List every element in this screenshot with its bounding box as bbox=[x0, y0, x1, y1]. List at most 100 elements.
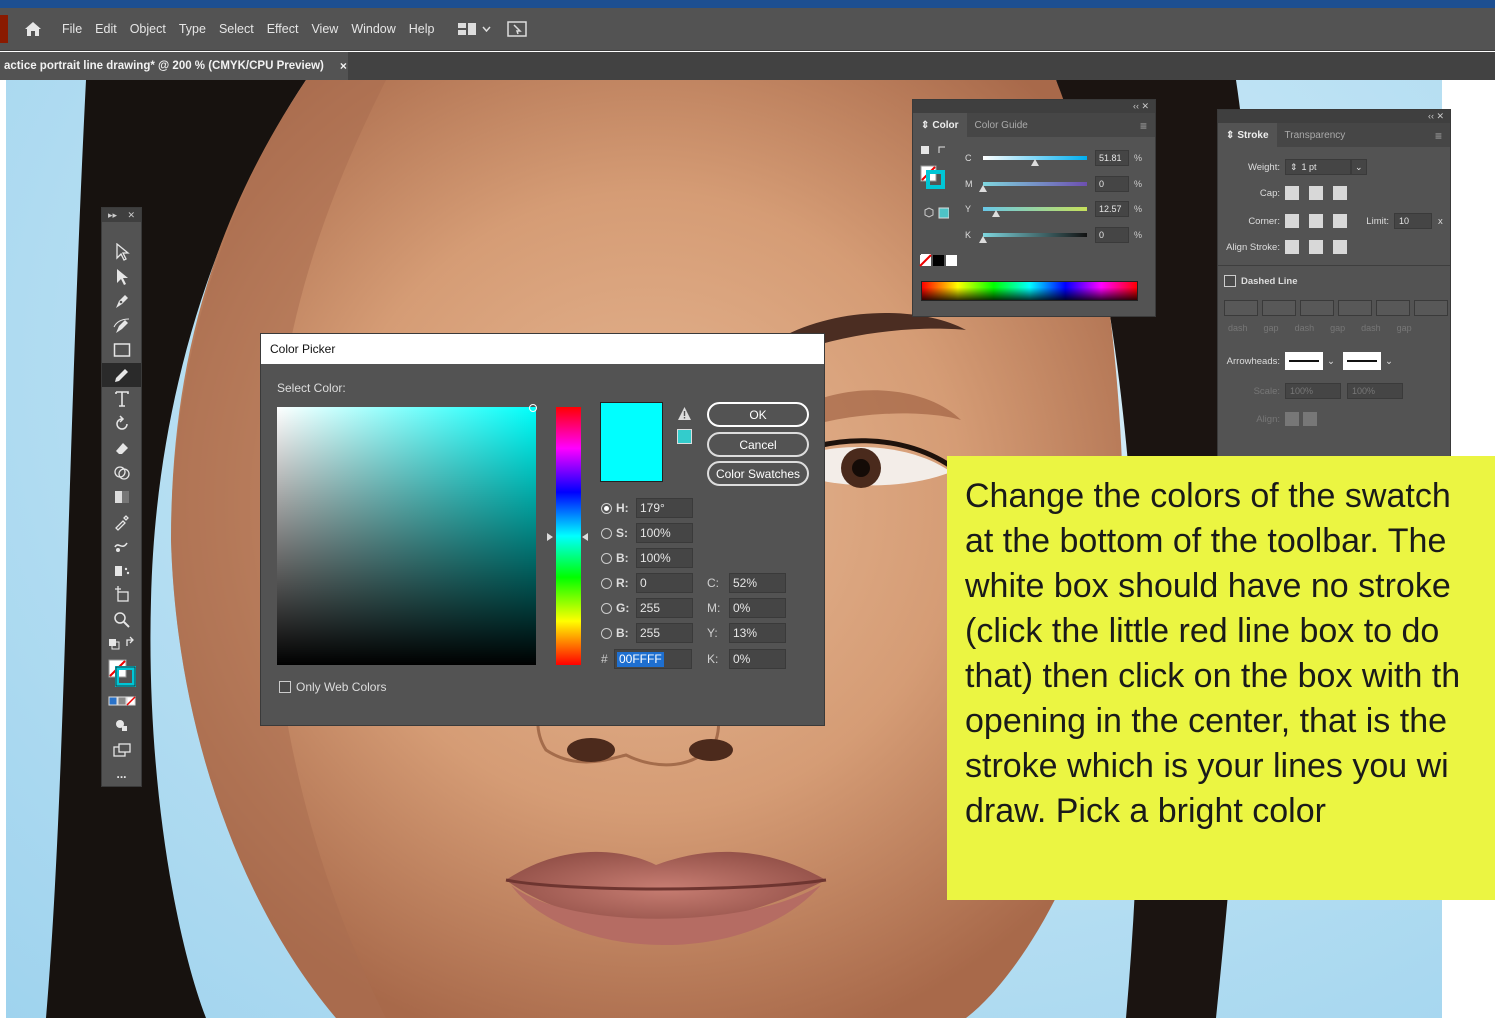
menu-select[interactable]: Select bbox=[219, 22, 254, 36]
fill-stroke-swap-row[interactable] bbox=[102, 632, 141, 657]
tab-stroke[interactable]: ⇕ Stroke bbox=[1218, 123, 1277, 147]
close-icon[interactable]: × bbox=[340, 59, 347, 73]
yellow-slider[interactable] bbox=[983, 207, 1087, 217]
red-input[interactable]: 0 bbox=[636, 573, 693, 593]
dashed-line-checkbox[interactable] bbox=[1224, 275, 1236, 287]
edit-toolbar-button[interactable]: ... bbox=[102, 762, 141, 787]
menu-view[interactable]: View bbox=[311, 22, 338, 36]
hex-input[interactable]: 00FFFF bbox=[614, 649, 692, 669]
rectangle-tool[interactable] bbox=[102, 338, 141, 363]
color-gradient-none-row[interactable] bbox=[102, 689, 141, 714]
black-input[interactable]: 0% bbox=[729, 649, 786, 669]
blend-tool[interactable] bbox=[102, 534, 141, 559]
stroke-panel-topbar[interactable]: ‹‹ ✕ bbox=[1218, 110, 1450, 123]
black-value[interactable]: 0 bbox=[1095, 227, 1129, 243]
type-tool[interactable] bbox=[102, 387, 141, 412]
menu-file[interactable]: File bbox=[62, 22, 82, 36]
black-slider[interactable] bbox=[979, 233, 1087, 243]
red-radio[interactable] bbox=[601, 577, 612, 589]
tab-color-guide[interactable]: Color Guide bbox=[967, 113, 1036, 137]
menu-effect[interactable]: Effect bbox=[267, 22, 299, 36]
brightness-radio[interactable] bbox=[601, 552, 612, 564]
bevel-join-icon[interactable] bbox=[1333, 214, 1347, 228]
black-slider-knob[interactable] bbox=[979, 236, 987, 243]
menu-edit[interactable]: Edit bbox=[95, 22, 117, 36]
hue-slider[interactable] bbox=[556, 407, 581, 665]
green-input[interactable]: 255 bbox=[636, 598, 693, 618]
chevron-down-icon[interactable]: ⌄ bbox=[1327, 356, 1335, 367]
magenta-slider[interactable] bbox=[979, 182, 1087, 192]
limit-input[interactable]: 10 bbox=[1394, 213, 1432, 229]
tab-color[interactable]: ⇕ Color bbox=[913, 113, 967, 137]
align-inside-icon[interactable] bbox=[1309, 240, 1323, 254]
cancel-button[interactable]: Cancel bbox=[707, 432, 809, 457]
menu-type[interactable]: Type bbox=[179, 22, 206, 36]
miter-join-icon[interactable] bbox=[1285, 214, 1299, 228]
color-spectrum-bar[interactable] bbox=[921, 281, 1138, 301]
eyedropper-tool[interactable] bbox=[102, 510, 141, 535]
curvature-tool[interactable] bbox=[102, 314, 141, 339]
drawing-mode[interactable] bbox=[102, 713, 141, 738]
shape-builder-tool[interactable] bbox=[102, 461, 141, 486]
tools-panel-header[interactable]: ▸▸ ✕ bbox=[102, 208, 141, 222]
yellow-input[interactable]: 13% bbox=[729, 623, 786, 643]
hue-slider-handle-left[interactable] bbox=[547, 533, 553, 541]
panel-menu-icon[interactable]: ≡ bbox=[1140, 119, 1147, 133]
round-cap-icon[interactable] bbox=[1309, 186, 1323, 200]
color-field-marker[interactable] bbox=[529, 404, 537, 412]
cyan-value[interactable]: 51.81 bbox=[1095, 150, 1129, 166]
chevron-down-icon[interactable] bbox=[481, 26, 491, 32]
blue-input[interactable]: 255 bbox=[636, 623, 693, 643]
cyan-slider[interactable] bbox=[983, 156, 1087, 166]
screen-mode[interactable] bbox=[102, 738, 141, 763]
color-swatches-button[interactable]: Color Swatches bbox=[707, 461, 809, 486]
pencil-tool[interactable] bbox=[102, 362, 141, 387]
saturation-radio[interactable] bbox=[601, 527, 612, 539]
blue-radio[interactable] bbox=[601, 627, 612, 639]
ok-button[interactable]: OK bbox=[707, 402, 809, 427]
cyan-slider-knob[interactable] bbox=[1031, 159, 1039, 166]
arrow-tip-at-end-icon[interactable] bbox=[1303, 412, 1317, 426]
workspace-switcher[interactable] bbox=[457, 21, 527, 37]
yellow-slider-knob[interactable] bbox=[992, 210, 1000, 217]
align-outside-icon[interactable] bbox=[1333, 240, 1347, 254]
align-center-icon[interactable] bbox=[1285, 240, 1299, 254]
chevron-down-icon[interactable]: ⌄ bbox=[1351, 159, 1367, 175]
projecting-cap-icon[interactable] bbox=[1333, 186, 1347, 200]
green-radio[interactable] bbox=[601, 602, 612, 614]
saturation-brightness-field[interactable] bbox=[277, 407, 536, 665]
rotate-tool[interactable] bbox=[102, 412, 141, 437]
direct-selection-tool[interactable] bbox=[102, 265, 141, 290]
gap-1-input[interactable] bbox=[1262, 300, 1296, 316]
eraser-tool[interactable] bbox=[102, 436, 141, 461]
fill-stroke-swatches[interactable] bbox=[102, 657, 141, 689]
arrange-documents-icon[interactable] bbox=[457, 23, 476, 35]
cyan-input[interactable]: 52% bbox=[729, 573, 786, 593]
gamut-correction-swatch[interactable] bbox=[677, 429, 692, 444]
dash-1-input[interactable] bbox=[1224, 300, 1258, 316]
hue-slider-handle-right[interactable] bbox=[582, 533, 588, 541]
start-scale-input[interactable]: 100% bbox=[1285, 383, 1341, 399]
hue-radio[interactable] bbox=[601, 502, 612, 514]
hue-input[interactable]: 179° bbox=[636, 498, 693, 518]
only-web-colors-checkbox[interactable] bbox=[279, 681, 291, 693]
magenta-slider-knob[interactable] bbox=[979, 185, 987, 192]
gap-3-input[interactable] bbox=[1414, 300, 1448, 316]
color-panel-fill-stroke[interactable] bbox=[919, 144, 949, 258]
artboard-tool[interactable] bbox=[102, 583, 141, 608]
arrow-tip-beyond-icon[interactable] bbox=[1285, 412, 1299, 426]
yellow-value[interactable]: 12.57 bbox=[1095, 201, 1129, 217]
presentation-mode-icon[interactable] bbox=[506, 21, 527, 37]
chevron-down-icon[interactable]: ⌄ bbox=[1385, 356, 1393, 367]
gradient-tool[interactable] bbox=[102, 485, 141, 510]
magenta-input[interactable]: 0% bbox=[729, 598, 786, 618]
magenta-value[interactable]: 0 bbox=[1095, 176, 1129, 192]
menu-help[interactable]: Help bbox=[409, 22, 435, 36]
start-arrowhead-select[interactable] bbox=[1285, 352, 1323, 370]
end-arrowhead-select[interactable] bbox=[1342, 352, 1381, 370]
brightness-input[interactable]: 100% bbox=[636, 548, 693, 568]
home-icon[interactable] bbox=[22, 18, 44, 40]
none-black-white-swatches[interactable] bbox=[919, 254, 959, 268]
selection-tool[interactable] bbox=[102, 240, 141, 265]
gap-2-input[interactable] bbox=[1338, 300, 1372, 316]
